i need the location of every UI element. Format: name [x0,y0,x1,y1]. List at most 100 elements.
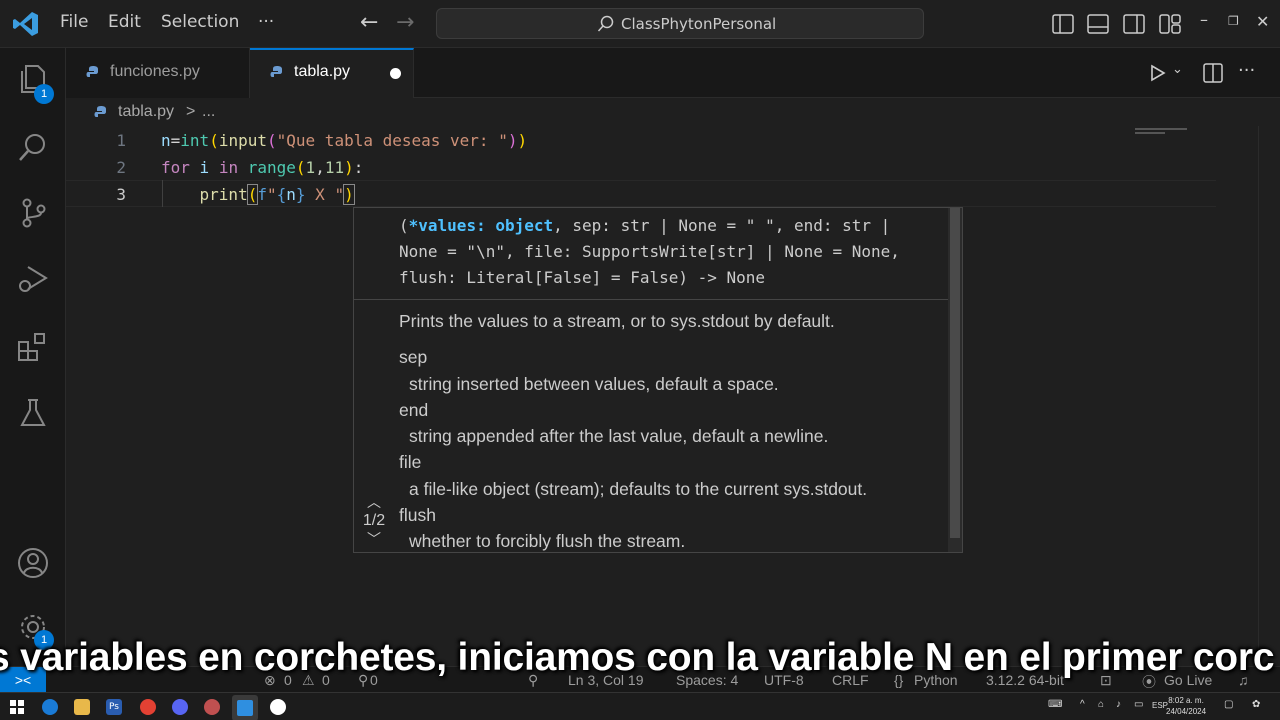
tab-label: funciones.py [110,63,200,80]
run-python-file-icon[interactable] [1148,64,1166,82]
more-actions-icon[interactable]: ··· [1238,60,1255,81]
notifications-icon[interactable]: ▢ [1224,699,1233,710]
extensions-icon[interactable] [16,330,50,364]
sig-line-3: flush: Literal[False] = False) -> None [399,268,766,287]
signature-docs: Prints the values to a stream, or to sys… [399,308,949,552]
close-icon[interactable]: ✕ [1256,12,1269,31]
testing-flask-icon[interactable] [16,396,50,430]
volume-icon[interactable]: ♪ [1116,699,1121,710]
clock-date: 24/04/2024 [1166,707,1207,716]
split-editor-icon[interactable] [1203,63,1223,83]
breadcrumb-file[interactable]: tabla.py [118,103,174,121]
video-subtitle: s variables en corchetes, iniciamos con … [0,636,1275,679]
signature-help-popup: (*values: object, sep: str | None = " ",… [353,207,963,553]
restore-icon[interactable]: ❐ [1228,14,1239,28]
discord-icon[interactable] [172,699,188,715]
param-desc: string inserted between values, default … [409,373,779,394]
tab-funciones[interactable]: funciones.py [66,48,250,98]
param-name: flush [399,505,436,526]
search-text: ClassPhytonPersonal [621,15,777,33]
menu-file[interactable]: File [60,12,88,32]
network-icon[interactable]: ⌂ [1098,699,1104,710]
sig-description: Prints the values to a stream, or to sys… [399,311,835,331]
file-explorer-icon[interactable] [74,699,90,715]
popup-scrollbar[interactable] [948,208,962,552]
line-number: 3 [116,185,126,204]
python-file-icon [270,66,282,77]
forward-arrow-icon[interactable]: → [396,10,414,35]
app-icon[interactable] [204,699,220,715]
overload-counter: 1/2 [362,512,386,529]
run-debug-icon[interactable] [16,262,50,296]
code-line: 2 for i in range(1,11): [66,154,1216,181]
edge-icon[interactable] [42,699,58,715]
windows-taskbar: Ps ⌨ ^ ⌂ ♪ ▭ ESP 8:02 a. m. 24/04/2024 ▢… [0,692,1280,720]
colorful-app-icon[interactable]: ✿ [1252,699,1260,710]
sig-open: ( [399,216,409,235]
toggle-secondary-sidebar-icon[interactable] [1123,14,1145,34]
breadcrumb-more[interactable]: ... [202,103,215,121]
chevron-up-icon[interactable]: ︿ [356,494,392,510]
clock-time: 8:02 a. m. [1168,696,1204,705]
toggle-primary-sidebar-icon[interactable] [1052,14,1074,34]
customize-layout-icon[interactable] [1159,14,1181,34]
minimap[interactable] [1135,128,1187,130]
param-desc: string appended after the last value, de… [409,426,829,447]
chevron-down-icon[interactable]: ⌄ [1172,62,1183,77]
line-number: 2 [116,158,126,177]
scroll-thumb[interactable] [950,208,960,538]
vscode-logo-icon [13,12,38,36]
unsaved-dot-icon[interactable] [390,68,401,79]
python-file-icon [86,66,98,77]
toggle-panel-icon[interactable] [1087,14,1109,34]
tab-bar: funciones.py tabla.py ⌄ ··· [66,48,1280,98]
keyboard-icon[interactable]: ⌨ [1048,699,1062,710]
tray-chevron-icon[interactable]: ^ [1080,699,1085,710]
code-line-current: 3 print(f"{n} X ") [66,180,1216,207]
python-file-icon [94,106,106,117]
param-desc: a file-like object (stream); defaults to… [409,478,868,499]
battery-icon[interactable]: ▭ [1134,699,1143,710]
obs-icon[interactable] [270,699,286,715]
tab-label: tabla.py [294,63,351,80]
breadcrumb-separator: > [186,103,196,120]
windows-start-icon[interactable] [10,700,24,714]
minimap[interactable] [1135,132,1165,134]
sig-rest: , sep: str | None = " ", end: str | [553,216,891,235]
explorer-badge: 1 [34,84,54,104]
chevron-down-icon[interactable]: ﹀ [356,532,392,546]
tab-tabla[interactable]: tabla.py [250,48,414,98]
source-control-icon[interactable] [16,196,50,230]
param-name: file [399,452,422,473]
account-icon[interactable] [16,546,50,580]
chrome-icon[interactable] [140,699,156,715]
code-text: n=int(input("Que tabla deseas ver: ")) [161,131,528,150]
line-number: 1 [116,131,126,150]
overload-nav: ︿ 1/2 ﹀ [356,494,392,546]
vscode-icon [237,700,253,716]
back-arrow-icon[interactable]: ← [360,10,378,35]
code-text: print(f"{n} X ") [199,184,355,205]
minimize-icon[interactable]: – [1200,10,1208,29]
activity-bar: 1 1 [0,48,66,666]
active-parameter: *values: object [408,216,554,235]
command-center-search[interactable]: ClassPhytonPersonal [436,8,924,39]
param-desc: whether to forcibly flush the stream. [409,531,686,552]
indent-guide [162,180,163,207]
editor-scrollbar[interactable] [1135,126,1274,666]
param-name: end [399,399,429,420]
search-icon[interactable] [16,130,50,164]
param-name: sep [399,347,428,368]
title-bar: File Edit Selection ··· ← → ClassPhytonP… [0,0,1280,48]
signature-text: (*values: object, sep: str | None = " ",… [354,208,950,300]
search-icon [597,15,614,32]
photoshop-icon[interactable]: Ps [106,699,122,715]
vscode-taskbar-item[interactable] [232,695,258,720]
code-text: for i in range(1,11): [161,158,364,177]
code-line: 1 n=int(input("Que tabla deseas ver: ")) [66,127,1216,154]
sig-line-2: None = "\n", file: SupportsWrite[str] | … [399,242,900,261]
menu-selection[interactable]: Selection [161,12,239,32]
menu-edit[interactable]: Edit [108,12,141,32]
menu-more[interactable]: ··· [258,12,274,32]
clock[interactable]: 8:02 a. m. 24/04/2024 [1166,695,1206,717]
